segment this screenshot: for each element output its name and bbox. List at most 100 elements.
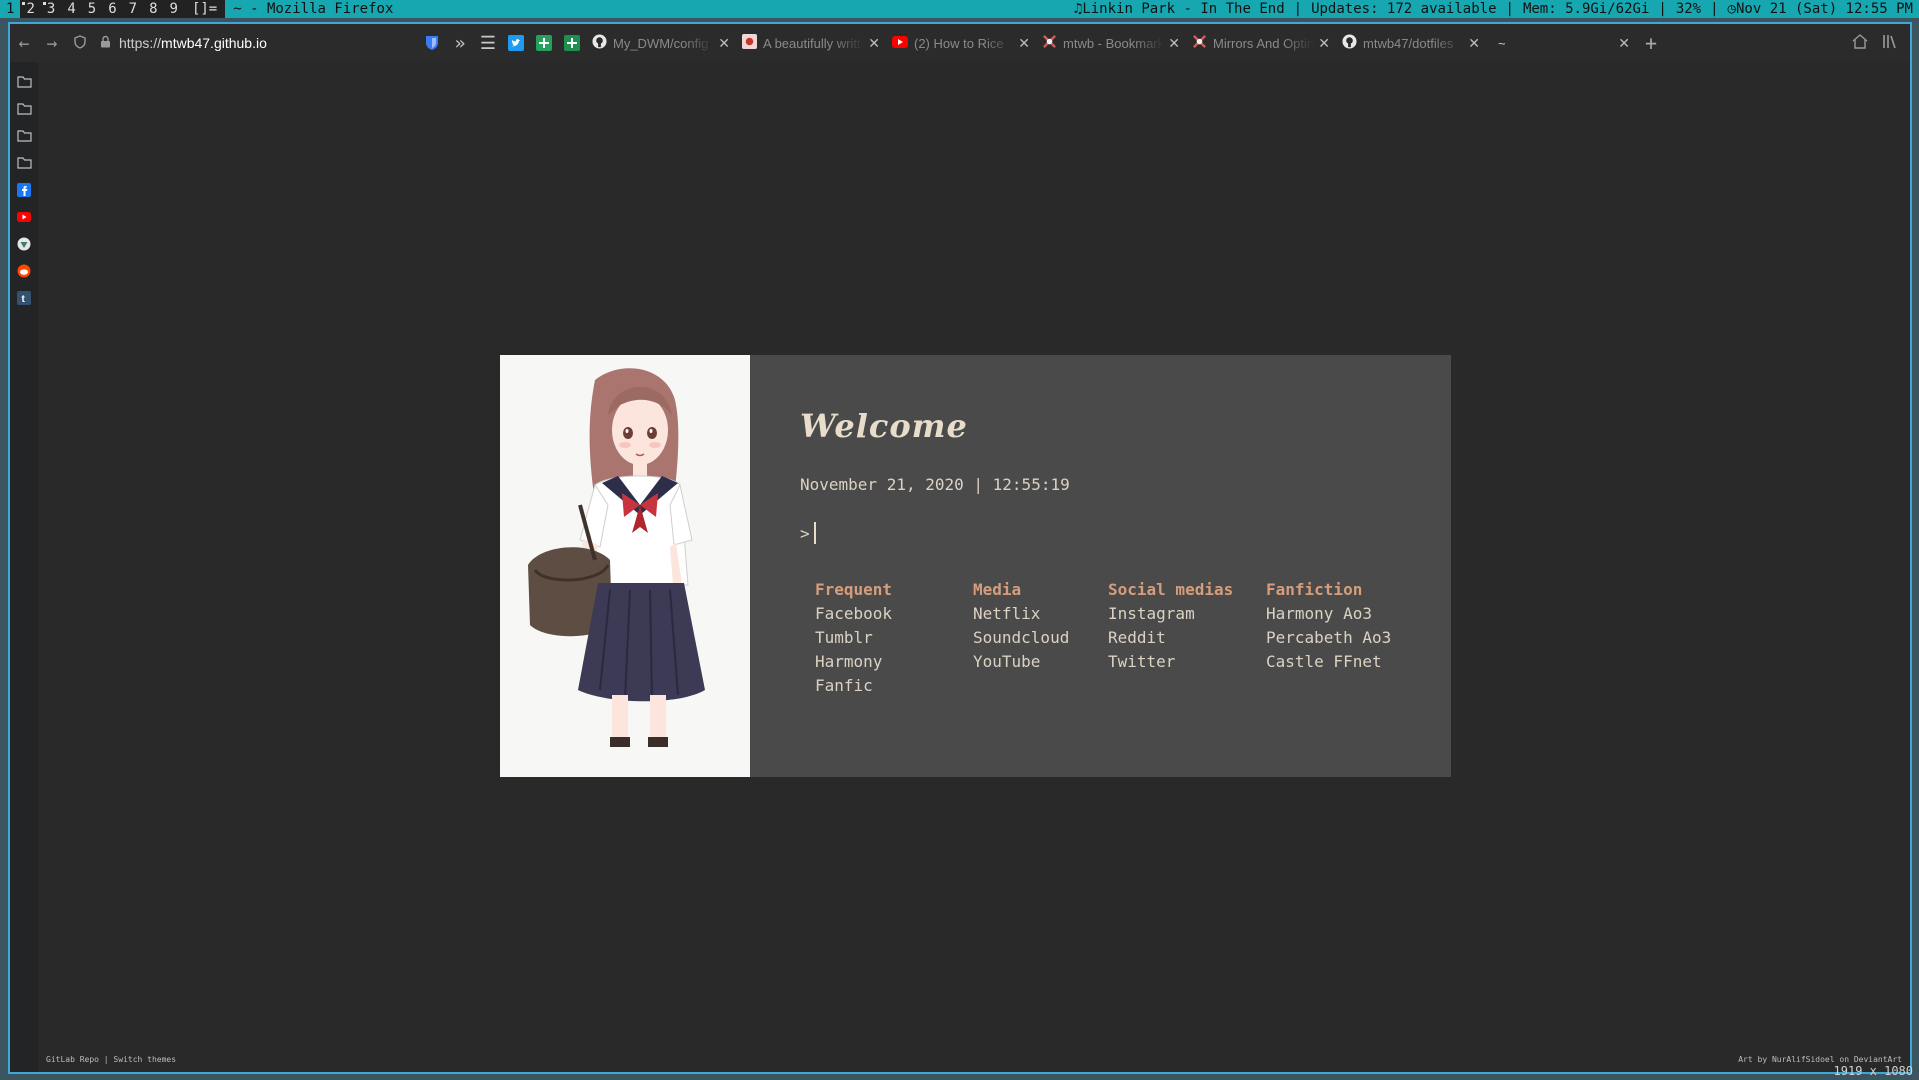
link-percabeth-ao3[interactable]: Percabeth Ao3 [1266,626,1406,650]
tab-dotfiles[interactable]: mtwb47/dotfiles ✕ [1336,28,1486,58]
folder-icon[interactable] [10,68,38,95]
welcome-heading: Welcome [800,407,968,445]
window-title: ~ - Mozilla Firefox [225,0,1074,18]
tab-dwm-config[interactable]: My_DWM/config ✕ [586,28,736,58]
prompt-symbol: > [800,523,810,543]
date-time: November 21, 2020 | 12:55:19 [800,475,1070,494]
search-prompt[interactable]: > [800,522,1436,544]
mtwb-icon [1042,34,1057,52]
workspace-tag-3[interactable]: 3 [41,0,61,18]
workspace-tag-2[interactable]: 2 [20,0,40,18]
link-youtube[interactable]: YouTube [973,650,1078,674]
add-green-icon[interactable] [530,32,558,54]
close-tab-icon[interactable]: ✕ [1168,35,1180,52]
link-instagram[interactable]: Instagram [1108,602,1236,626]
link-harmony-ao3[interactable]: Harmony Ao3 [1266,602,1406,626]
reddit-icon[interactable] [10,257,38,284]
url-bar[interactable]: https://mtwb47.github.io [100,30,400,56]
anime-girl-illustration [500,355,750,777]
tab-title: (2) How to Rice [914,35,1004,51]
column-media: Media Netflix Soundcloud YouTube [973,578,1078,698]
forward-arrow-icon[interactable]: → [38,33,66,54]
link-netflix[interactable]: Netflix [973,602,1078,626]
updates-status: Updates: 172 available [1311,1,1497,17]
tab-title: A beautifully written [763,35,865,51]
link-soundcloud[interactable]: Soundcloud [973,626,1078,650]
bookmarks-sidebar: t [10,62,38,1072]
column-heading: Frequent [815,580,893,599]
workspace-tag-6[interactable]: 6 [102,0,122,18]
footer-links[interactable]: GitLab Repo | Switch themes [46,1055,176,1064]
tumblr-icon[interactable]: t [10,284,38,311]
resolution-label: 1919 x 1080 [1833,1064,1913,1078]
github-icon [592,34,607,52]
home-icon[interactable] [1852,33,1868,53]
art-credit[interactable]: Art by NurAlifSidoel on DeviantArt [1738,1055,1902,1064]
tab-mtwb-bookmarks[interactable]: mtwb - Bookmarks ✕ [1036,28,1186,58]
twitter-icon[interactable] [502,32,530,54]
mtwb-icon [1192,34,1207,52]
youtube-icon[interactable] [10,203,38,230]
navigation-toolbar: ← → https://mtwb47.github.io » ☰ My_DWM/… [10,24,1910,62]
library-icon[interactable] [1882,34,1898,53]
close-tab-icon[interactable]: ✕ [1318,35,1330,52]
bitwarden-icon[interactable] [418,32,446,54]
tab-title: ~ [1498,35,1506,51]
column-frequent: Frequent Facebook Tumblr Harmony Fanfic [815,578,943,698]
close-tab-icon[interactable]: ✕ [1618,35,1630,52]
workspace-tag-8[interactable]: 8 [143,0,163,18]
shield-check-icon[interactable] [10,230,38,257]
back-arrow-icon[interactable]: ← [10,33,38,54]
status-bar: 1 2 3 4 5 6 7 8 9 []= ~ - Mozilla Firefo… [0,0,1919,18]
folder-icon[interactable] [10,122,38,149]
tab-home-current[interactable]: ~ ✕ [1486,28,1636,58]
workspace-tag-1[interactable]: 1 [0,0,21,18]
startpage-content: Welcome November 21, 2020 | 12:55:19 > F… [750,355,1436,777]
column-heading: Media [973,580,1022,599]
folder-icon[interactable] [10,95,38,122]
close-tab-icon[interactable]: ✕ [1018,35,1030,52]
workspace-tag-7[interactable]: 7 [123,0,143,18]
column-heading: Fanfiction [1266,580,1363,599]
link-twitter[interactable]: Twitter [1108,650,1236,674]
workspace-tag-4[interactable]: 4 [61,0,81,18]
tab-title: Mirrors And Optimization [1213,35,1315,51]
tab-title: mtwb - Bookmarks [1063,35,1165,51]
link-columns: Frequent Facebook Tumblr Harmony Fanfic … [815,578,1436,698]
link-harmony-fanfic[interactable]: Harmony Fanfic [815,650,943,698]
tab-beautifully-written[interactable]: A beautifully written ✕ [736,28,886,58]
url-prefix: https:// [119,35,162,51]
folder-icon[interactable] [10,149,38,176]
overflow-chevron-icon[interactable]: » [446,32,474,54]
tab-how-to-rice[interactable]: (2) How to Rice ✕ [886,28,1036,58]
link-facebook[interactable]: Facebook [815,602,943,626]
lock-icon [100,35,111,51]
workspace-tag-5[interactable]: 5 [82,0,102,18]
column-fanfiction: Fanfiction Harmony Ao3 Percabeth Ao3 Cas… [1266,578,1406,698]
new-tab-plus-icon[interactable]: + [1636,31,1666,55]
memory-status: Mem: 5.9Gi/62Gi [1522,1,1650,17]
clock: Nov 21 (Sat) 12:55 PM [1735,1,1913,17]
tab-title: mtwb47/dotfiles [1363,35,1454,51]
text-cursor [813,522,816,544]
close-tab-icon[interactable]: ✕ [868,35,880,52]
tab-mirrors-optimization[interactable]: Mirrors And Optimization✕ [1186,28,1336,58]
facebook-icon[interactable] [10,176,38,203]
link-tumblr[interactable]: Tumblr [815,626,943,650]
link-reddit[interactable]: Reddit [1108,626,1236,650]
clock-icon: ◷ [1727,1,1736,17]
menu-icon[interactable]: ☰ [474,32,502,54]
shield-icon[interactable] [66,33,94,54]
firefox-window: ← → https://mtwb47.github.io » ☰ My_DWM/… [8,22,1912,1074]
link-castle-ffnet[interactable]: Castle FFnet [1266,650,1406,674]
url-host: mtwb47.github.io [161,35,267,51]
close-tab-icon[interactable]: ✕ [718,35,730,52]
layout-indicator[interactable]: []= [184,0,225,18]
startpage-card: Welcome November 21, 2020 | 12:55:19 > F… [500,355,1451,777]
workspace-tag-9[interactable]: 9 [164,0,184,18]
close-tab-icon[interactable]: ✕ [1468,35,1480,52]
github-icon [1342,34,1357,52]
youtube-icon [892,35,908,51]
add-green-icon-2[interactable] [558,32,586,54]
cpu-status: 32% [1675,1,1702,17]
